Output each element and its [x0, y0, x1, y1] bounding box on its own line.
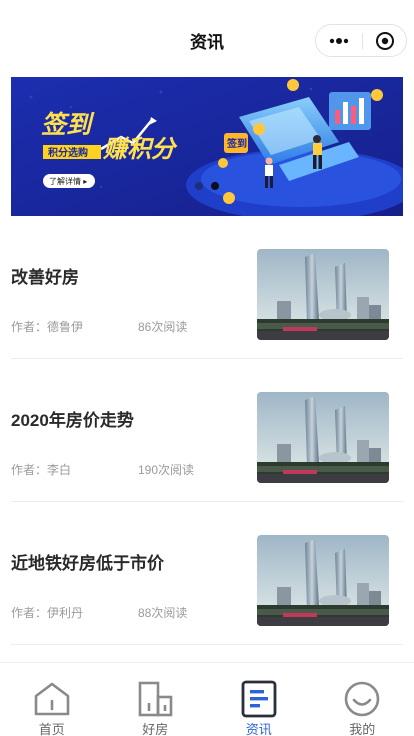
more-options-button[interactable]: [316, 25, 362, 56]
news-read-count: 88次阅读: [138, 606, 188, 620]
news-title: 改善好房: [11, 268, 79, 287]
more-dots-icon: [329, 37, 349, 44]
news-item-3[interactable]: 近地铁好房低于市价 作者：伊利丹 88次阅读: [11, 502, 403, 645]
banner-headline-1: 签到: [41, 111, 95, 139]
news-meta: 作者：伊利丹 88次阅读: [11, 604, 187, 621]
news-meta: 作者：李白 190次阅读: [11, 461, 194, 478]
banner-cta: 了解详情 ▸: [49, 176, 87, 186]
carousel-indicator: [195, 182, 219, 190]
tab-home[interactable]: 首页: [0, 663, 104, 736]
news-meta: 作者：德鲁伊 86次阅读: [11, 318, 187, 335]
tab-houses[interactable]: 好房: [104, 663, 208, 736]
news-read-count: 190次阅读: [138, 463, 195, 477]
news-title: 近地铁好房低于市价: [11, 554, 164, 573]
building-icon: [138, 681, 173, 717]
banner-headline-2: 赚积分: [102, 136, 178, 163]
news-thumbnail: [257, 249, 389, 340]
tab-label: 首页: [38, 722, 65, 736]
news-read-count: 86次阅读: [138, 320, 188, 334]
carousel-dot[interactable]: [195, 182, 203, 190]
news-author: 作者：德鲁伊: [11, 320, 84, 334]
close-mini-program-button[interactable]: [363, 25, 407, 56]
home-icon: [34, 682, 70, 716]
tab-label: 好房: [142, 722, 169, 736]
banner-subtitle: 积分选购: [48, 146, 88, 159]
promo-banner[interactable]: 签到 赚积分 积分选购 了解详情 ▸ 签到: [11, 77, 403, 216]
target-close-icon: [376, 31, 394, 50]
news-author: 作者：李白: [11, 463, 72, 477]
tab-news[interactable]: 资讯: [207, 663, 311, 736]
news-list: 改善好房 作者：德鲁伊 86次阅读 2020年房价走势 作者：李白 190次阅读…: [11, 216, 403, 645]
building-photo: [257, 535, 389, 626]
banner-illustration: 签到 赚积分 积分选购 了解详情 ▸ 签到: [11, 77, 403, 216]
tab-label: 我的: [349, 722, 376, 736]
building-photo: [257, 249, 389, 340]
tab-bar: 首页 好房 资讯 我的: [0, 662, 414, 736]
building-photo: [257, 392, 389, 483]
tab-mine[interactable]: 我的: [311, 663, 414, 736]
mini-program-capsule: [315, 24, 407, 57]
tab-label: 资讯: [245, 722, 272, 736]
smile-icon: [344, 681, 380, 717]
news-thumbnail: [257, 535, 389, 626]
banner-sign-label: 签到: [226, 137, 247, 150]
news-thumbnail: [257, 392, 389, 483]
navigation-bar: 资讯: [0, 0, 414, 78]
news-author: 作者：伊利丹: [11, 606, 84, 620]
carousel-dot-active[interactable]: [211, 182, 219, 190]
news-icon: [241, 680, 277, 718]
news-item-2[interactable]: 2020年房价走势 作者：李白 190次阅读: [11, 359, 403, 502]
news-title: 2020年房价走势: [11, 411, 134, 430]
news-item-1[interactable]: 改善好房 作者：德鲁伊 86次阅读: [11, 216, 403, 359]
